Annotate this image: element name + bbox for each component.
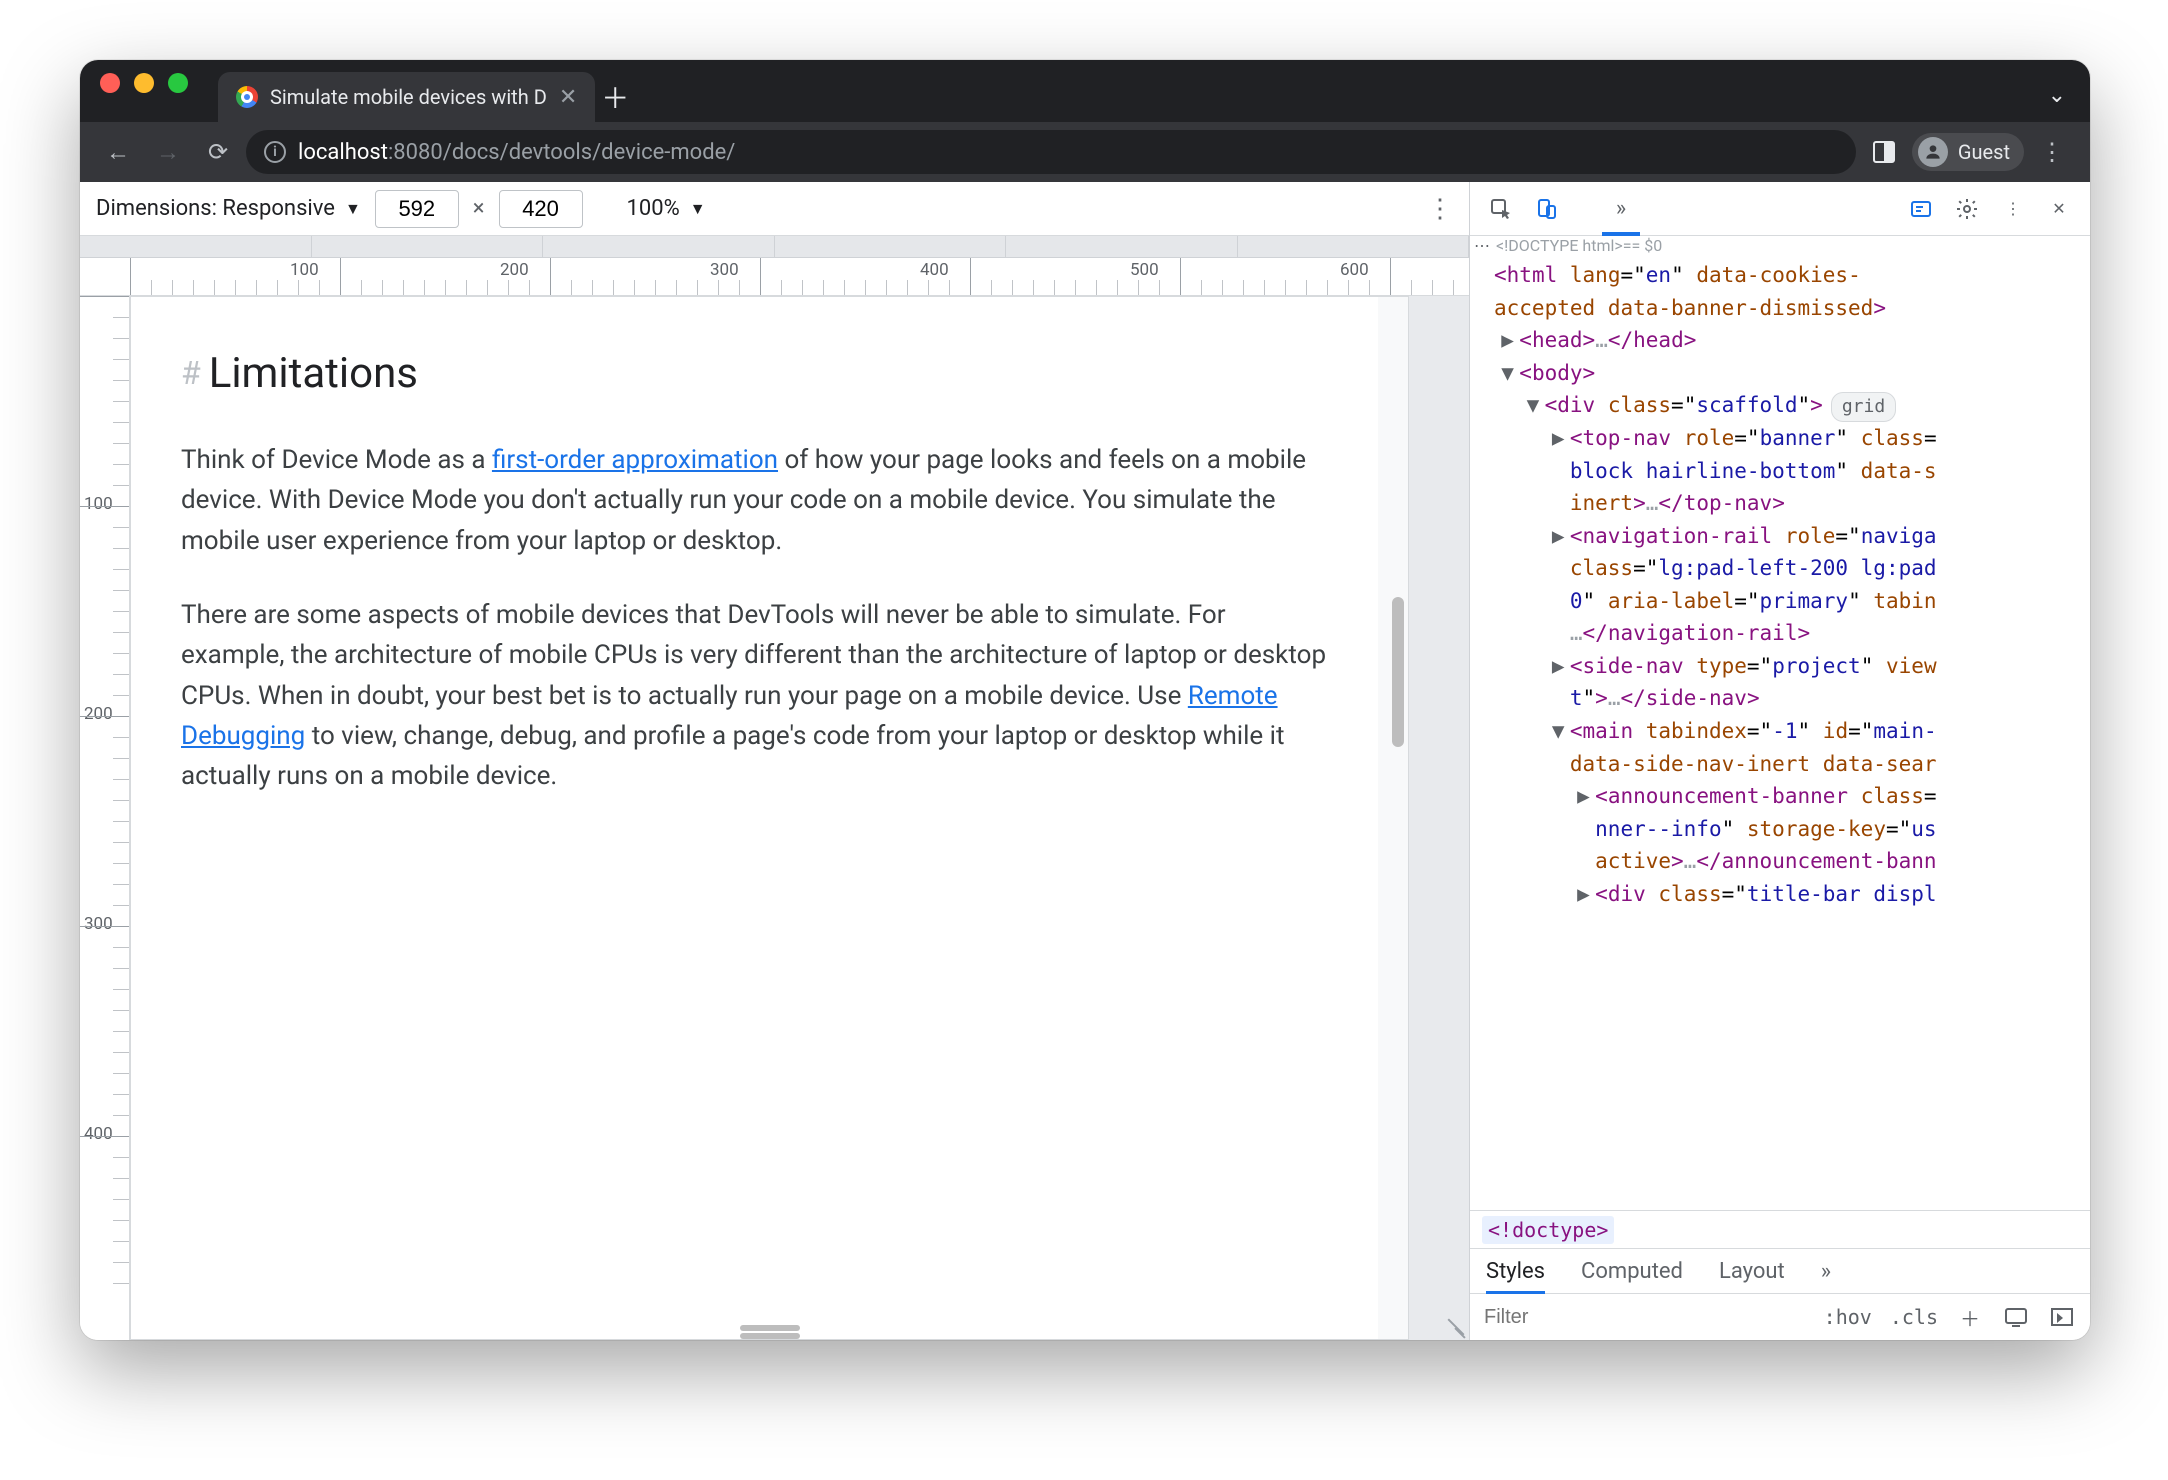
more-tabs-button[interactable]: » [1602, 190, 1640, 228]
dom-row[interactable]: ▶<announcement-banner class= [1476, 780, 2090, 813]
doctype-row[interactable]: ⋯<!DOCTYPE html> == $0 [1470, 236, 2090, 255]
tab-title: Simulate mobile devices with D [270, 85, 547, 109]
toggle-device-toolbar-icon[interactable] [1528, 190, 1566, 228]
vertical-ruler: 100 200 300 400 [80, 296, 130, 1340]
url-path: :8080/docs/devtools/device-mode/ [388, 140, 735, 165]
devtools-panel: » ⋮ ✕ ⋯<!DOCTYPE html> == $0 <html lang=… [1470, 182, 2090, 1340]
tab-styles[interactable]: Styles [1486, 1259, 1545, 1284]
page-heading: #Limitations [181, 341, 1328, 406]
breakpoint-bar[interactable] [80, 236, 1469, 258]
breadcrumb-doctype[interactable]: <!doctype> [1482, 1216, 1614, 1244]
new-style-rule-icon[interactable]: ＋ [1956, 1303, 1984, 1331]
dom-row[interactable]: active>…</announcement-bann [1476, 845, 2090, 878]
close-tab-icon[interactable]: ✕ [559, 85, 577, 110]
styles-filter-input[interactable] [1484, 1306, 1634, 1329]
new-tab-button[interactable]: ＋ [595, 72, 635, 122]
anchor-hash-icon[interactable]: # [181, 349, 201, 399]
devtools-toolbar: » ⋮ ✕ [1470, 182, 2090, 236]
site-info-icon[interactable]: i [264, 141, 286, 163]
tab-computed[interactable]: Computed [1581, 1259, 1683, 1284]
dimensions-dropdown[interactable]: Dimensions: Responsive ▼ [96, 196, 361, 221]
close-devtools-icon[interactable]: ✕ [2040, 190, 2078, 228]
dom-row[interactable]: t">…</side-nav> [1476, 682, 2090, 715]
tab-search-button[interactable]: ⌄ [2024, 83, 2090, 122]
address-bar[interactable]: i localhost:8080/docs/devtools/device-mo… [246, 130, 1856, 174]
side-panel-button[interactable] [1862, 130, 1906, 174]
device-toolbar: Dimensions: Responsive ▼ × 100% ▼ ⋮ [80, 182, 1469, 236]
forward-button[interactable]: → [146, 130, 190, 174]
dom-row[interactable]: inert>…</top-nav> [1476, 487, 2090, 520]
hov-toggle[interactable]: :hov [1824, 1305, 1872, 1329]
dom-row[interactable]: ▶<side-nav type="project" view [1476, 650, 2090, 683]
paragraph: There are some aspects of mobile devices… [181, 595, 1328, 796]
height-input[interactable] [499, 190, 583, 228]
resize-handle[interactable] [1441, 1312, 1465, 1336]
rendered-page[interactable]: #Limitations Think of Device Mode as a f… [131, 297, 1378, 1339]
toggle-sidebar-icon[interactable] [2048, 1303, 2076, 1331]
dom-row[interactable]: class="lg:pad-left-200 lg:pad [1476, 552, 2090, 585]
device-toolbar-menu[interactable]: ⋮ [1427, 194, 1453, 224]
tab-layout[interactable]: Layout [1719, 1259, 1785, 1284]
horizontal-ruler: 100 200 300 400 500 600 [80, 258, 1469, 296]
dom-row[interactable]: nner--info" storage-key="us [1476, 813, 2090, 846]
dom-row[interactable]: ▶<div class="title-bar displ [1476, 878, 2090, 911]
dom-row[interactable]: ▼<body> [1476, 357, 2090, 390]
maximize-window-button[interactable] [168, 73, 188, 93]
dom-tree[interactable]: <html lang="en" data-cookies-accepted da… [1470, 255, 2090, 1210]
chrome-icon [236, 86, 258, 108]
dom-row[interactable]: ▶<navigation-rail role="naviga [1476, 520, 2090, 553]
paragraph: Think of Device Mode as a first-order ap… [181, 440, 1328, 561]
url-host: localhost [298, 140, 388, 165]
chevron-down-icon: ▼ [345, 199, 361, 219]
zoom-dropdown[interactable]: 100% ▼ [627, 196, 706, 221]
devtools-menu-icon[interactable]: ⋮ [1994, 190, 2032, 228]
cls-toggle[interactable]: .cls [1890, 1305, 1938, 1329]
multiply-label: × [473, 196, 485, 221]
browser-toolbar: ← → ⟳ i localhost:8080/docs/devtools/dev… [80, 122, 2090, 182]
scrollbar-thumb[interactable] [1392, 597, 1404, 747]
profile-label: Guest [1958, 140, 2010, 164]
back-button[interactable]: ← [96, 130, 140, 174]
dom-row[interactable]: accepted data-banner-dismissed> [1476, 292, 2090, 325]
breadcrumb-trail[interactable]: <!doctype> [1470, 1210, 2090, 1248]
dom-row[interactable]: ▶<top-nav role="banner" class= [1476, 422, 2090, 455]
dom-row[interactable]: 0" aria-label="primary" tabin [1476, 585, 2090, 618]
width-input[interactable] [375, 190, 459, 228]
dom-row[interactable]: <html lang="en" data-cookies- [1476, 259, 2090, 292]
window-controls [100, 60, 218, 122]
settings-icon[interactable] [1948, 190, 1986, 228]
dom-row[interactable]: block hairline-bottom" data-s [1476, 455, 2090, 488]
inspect-element-icon[interactable] [1482, 190, 1520, 228]
reload-button[interactable]: ⟳ [196, 130, 240, 174]
profile-button[interactable]: Guest [1912, 133, 2024, 171]
dom-row[interactable]: ▶<head>…</head> [1476, 324, 2090, 357]
titlebar: Simulate mobile devices with D ✕ ＋ ⌄ [80, 60, 2090, 122]
dom-row[interactable]: …</navigation-rail> [1476, 617, 2090, 650]
dom-row[interactable]: data-side-nav-inert data-sear [1476, 748, 2090, 781]
close-window-button[interactable] [100, 73, 120, 93]
computed-styles-icon[interactable] [2002, 1303, 2030, 1331]
dom-row[interactable]: ▼<div class="scaffold">grid [1476, 389, 2090, 422]
device-viewport: #Limitations Think of Device Mode as a f… [130, 296, 1469, 1340]
drag-handle[interactable] [740, 1325, 800, 1331]
issues-icon[interactable] [1902, 190, 1940, 228]
styles-toolbar: :hov .cls ＋ [1470, 1294, 2090, 1340]
dom-row[interactable]: ▼<main tabindex="-1" id="main- [1476, 715, 2090, 748]
minimize-window-button[interactable] [134, 73, 154, 93]
styles-tabs: Styles Computed Layout » [1470, 1248, 2090, 1294]
avatar-icon [1918, 137, 1948, 167]
more-tabs-icon[interactable]: » [1821, 1259, 1831, 1284]
browser-menu-button[interactable]: ⋮ [2030, 130, 2074, 174]
first-order-link[interactable]: first-order approximation [492, 445, 778, 475]
browser-tab[interactable]: Simulate mobile devices with D ✕ [218, 72, 595, 122]
chevron-down-icon: ▼ [690, 199, 706, 219]
